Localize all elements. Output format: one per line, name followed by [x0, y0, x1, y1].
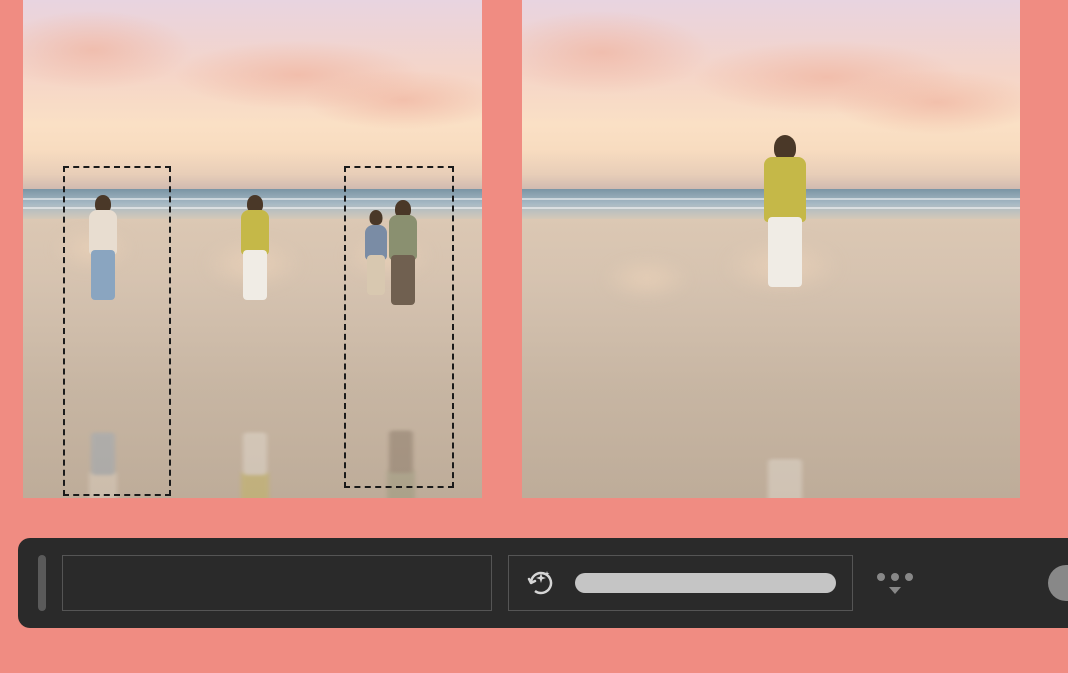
sparkle-refresh-icon [525, 567, 557, 599]
image-panel-before[interactable] [23, 0, 482, 498]
generative-fill-toolbar [18, 538, 1068, 628]
toolbar-drag-handle[interactable] [38, 555, 46, 611]
chevron-down-icon [889, 587, 901, 594]
person-4-reflection [381, 426, 421, 498]
image-panel-after[interactable] [522, 0, 1020, 498]
generate-button-label [575, 573, 836, 593]
prompt-input[interactable] [62, 555, 492, 611]
more-options[interactable] [877, 573, 913, 594]
sky-clouds [23, 0, 482, 199]
person-remaining [757, 135, 812, 290]
person-2-reflection [235, 428, 275, 498]
person-1-reflection [83, 428, 123, 498]
more-dots-icon [877, 573, 913, 581]
person-2 [235, 195, 275, 305]
person-4 [383, 200, 423, 310]
person-remaining-reflection [757, 457, 812, 498]
toolbar-right-control[interactable] [1048, 565, 1068, 601]
person-1 [83, 195, 123, 305]
generate-action-box[interactable] [508, 555, 853, 611]
